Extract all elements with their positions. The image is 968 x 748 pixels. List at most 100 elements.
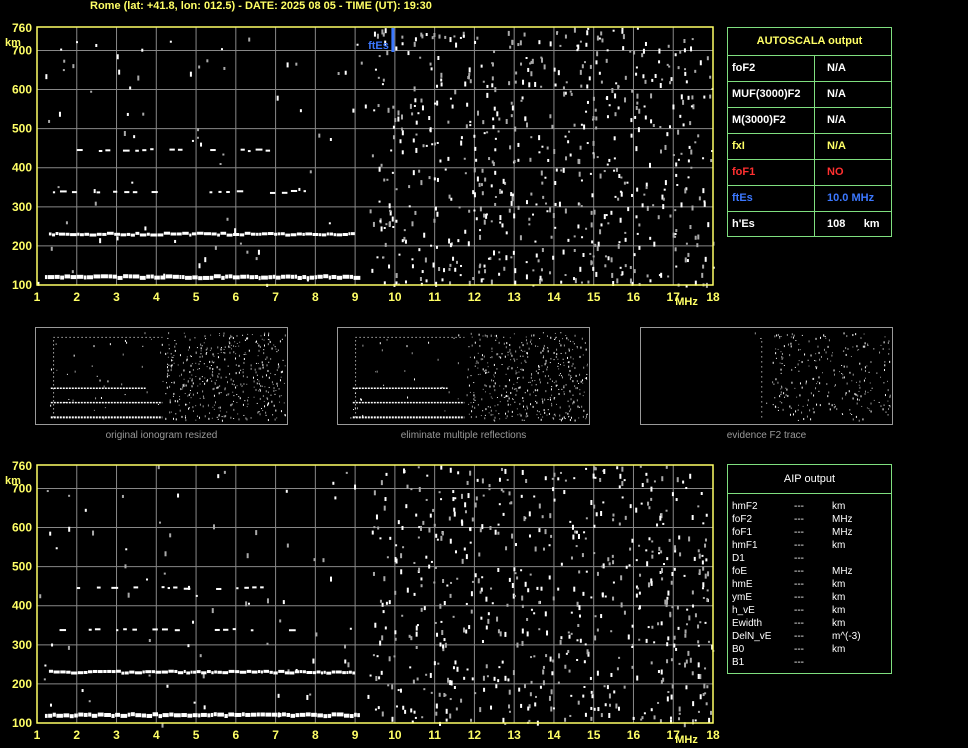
thumb-dot [501, 353, 503, 355]
noise-dot [526, 617, 529, 621]
thumb-dot [823, 348, 825, 351]
noise-dot [579, 40, 582, 43]
noise-dot [420, 577, 423, 581]
thumb-dot [803, 418, 805, 421]
thumb-dot [196, 347, 198, 349]
thumb-dot [780, 368, 782, 371]
noise-dot [691, 95, 694, 100]
noise-dot [430, 67, 433, 71]
noise-dot [558, 653, 561, 659]
trace-mark [318, 233, 322, 237]
thumb-dot [507, 367, 509, 370]
noise-dot [471, 517, 474, 522]
thumb-dot [235, 364, 237, 366]
thumb-dot [812, 407, 814, 409]
trace-mark [134, 671, 142, 675]
trace-mark [83, 670, 88, 674]
thumb-dot [841, 373, 843, 375]
thumb-dot [247, 337, 249, 340]
noise-dot [697, 549, 700, 553]
thumb-dot [509, 348, 511, 351]
noise-dot [667, 636, 670, 641]
noise-dot [486, 675, 489, 678]
noise-dot [417, 536, 420, 539]
noise-dot [440, 72, 443, 78]
thumb-dot [191, 385, 193, 387]
thumb-dot [246, 383, 248, 385]
noise-dot [668, 125, 671, 129]
thumb-dot [196, 392, 198, 394]
noise-dot [663, 188, 666, 191]
thumb-dot [516, 382, 518, 384]
noise-dot [497, 567, 500, 572]
noise-dot [402, 705, 405, 710]
noise-dot [661, 476, 664, 482]
noise-dot [658, 552, 661, 555]
thumb-dot [265, 374, 267, 377]
thumb-dot [271, 400, 273, 403]
thumb-dot [854, 392, 856, 395]
trace-mark [69, 714, 74, 719]
noise-dot [638, 544, 641, 547]
noise-dot [388, 656, 391, 662]
thumb-dot [542, 332, 544, 334]
thumb-dot [887, 341, 889, 344]
noise-dot [498, 272, 501, 276]
noise-dot [401, 525, 404, 530]
trace-mark [284, 671, 289, 675]
noise-dot [448, 238, 451, 244]
noise-dot [45, 74, 48, 80]
noise-dot [428, 527, 431, 533]
noise-dot [613, 136, 616, 141]
thumb-dot [582, 382, 584, 384]
noise-dot [592, 255, 595, 258]
noise-dot [606, 163, 609, 166]
noise-dot [577, 700, 580, 705]
thumb-dot [563, 344, 565, 347]
thumb-dot [797, 409, 799, 411]
thumb-dot [575, 387, 577, 390]
noise-dot [436, 177, 439, 182]
thumb-dot [790, 342, 792, 345]
noise-dot [373, 526, 376, 529]
noise-dot [488, 484, 491, 488]
noise-dot [411, 264, 414, 269]
noise-dot [510, 101, 513, 105]
thumb-dot [498, 413, 500, 415]
thumb-dot [168, 344, 170, 346]
x-tick-label: 13 [507, 728, 521, 742]
noise-dot [687, 176, 690, 179]
noise-dot [309, 170, 312, 174]
noise-dot [279, 619, 282, 623]
trace-mark [281, 274, 286, 279]
thumb-dot [271, 347, 273, 350]
y-tick-label: 100 [12, 278, 32, 292]
thumb-dot [494, 382, 496, 385]
noise-dot [439, 642, 442, 647]
noise-dot [631, 193, 634, 197]
noise-dot [617, 106, 620, 110]
thumbnail-f2-trace [640, 327, 893, 425]
noise-dot [560, 169, 563, 172]
noise-dot [540, 170, 543, 176]
trace-mark [321, 671, 324, 675]
thumb-dot [187, 395, 189, 397]
thumb-dot [868, 408, 870, 410]
noise-dot [507, 30, 510, 36]
thumb-dot [495, 334, 497, 337]
thumb-dot [183, 378, 185, 380]
noise-dot [469, 79, 472, 84]
thumb-dot [586, 378, 588, 380]
trace-mark [55, 232, 59, 236]
noise-dot [507, 678, 510, 682]
noise-dot [685, 659, 688, 664]
noise-dot [409, 666, 412, 669]
noise-dot [448, 516, 451, 521]
thumb-dot [270, 394, 272, 396]
thumb-dot [122, 353, 124, 356]
thumb-dot [540, 413, 542, 415]
y-tick-label: 600 [12, 521, 32, 535]
thumb-dot [485, 369, 487, 372]
noise-dot [564, 135, 567, 138]
thumb-dot [783, 364, 785, 366]
